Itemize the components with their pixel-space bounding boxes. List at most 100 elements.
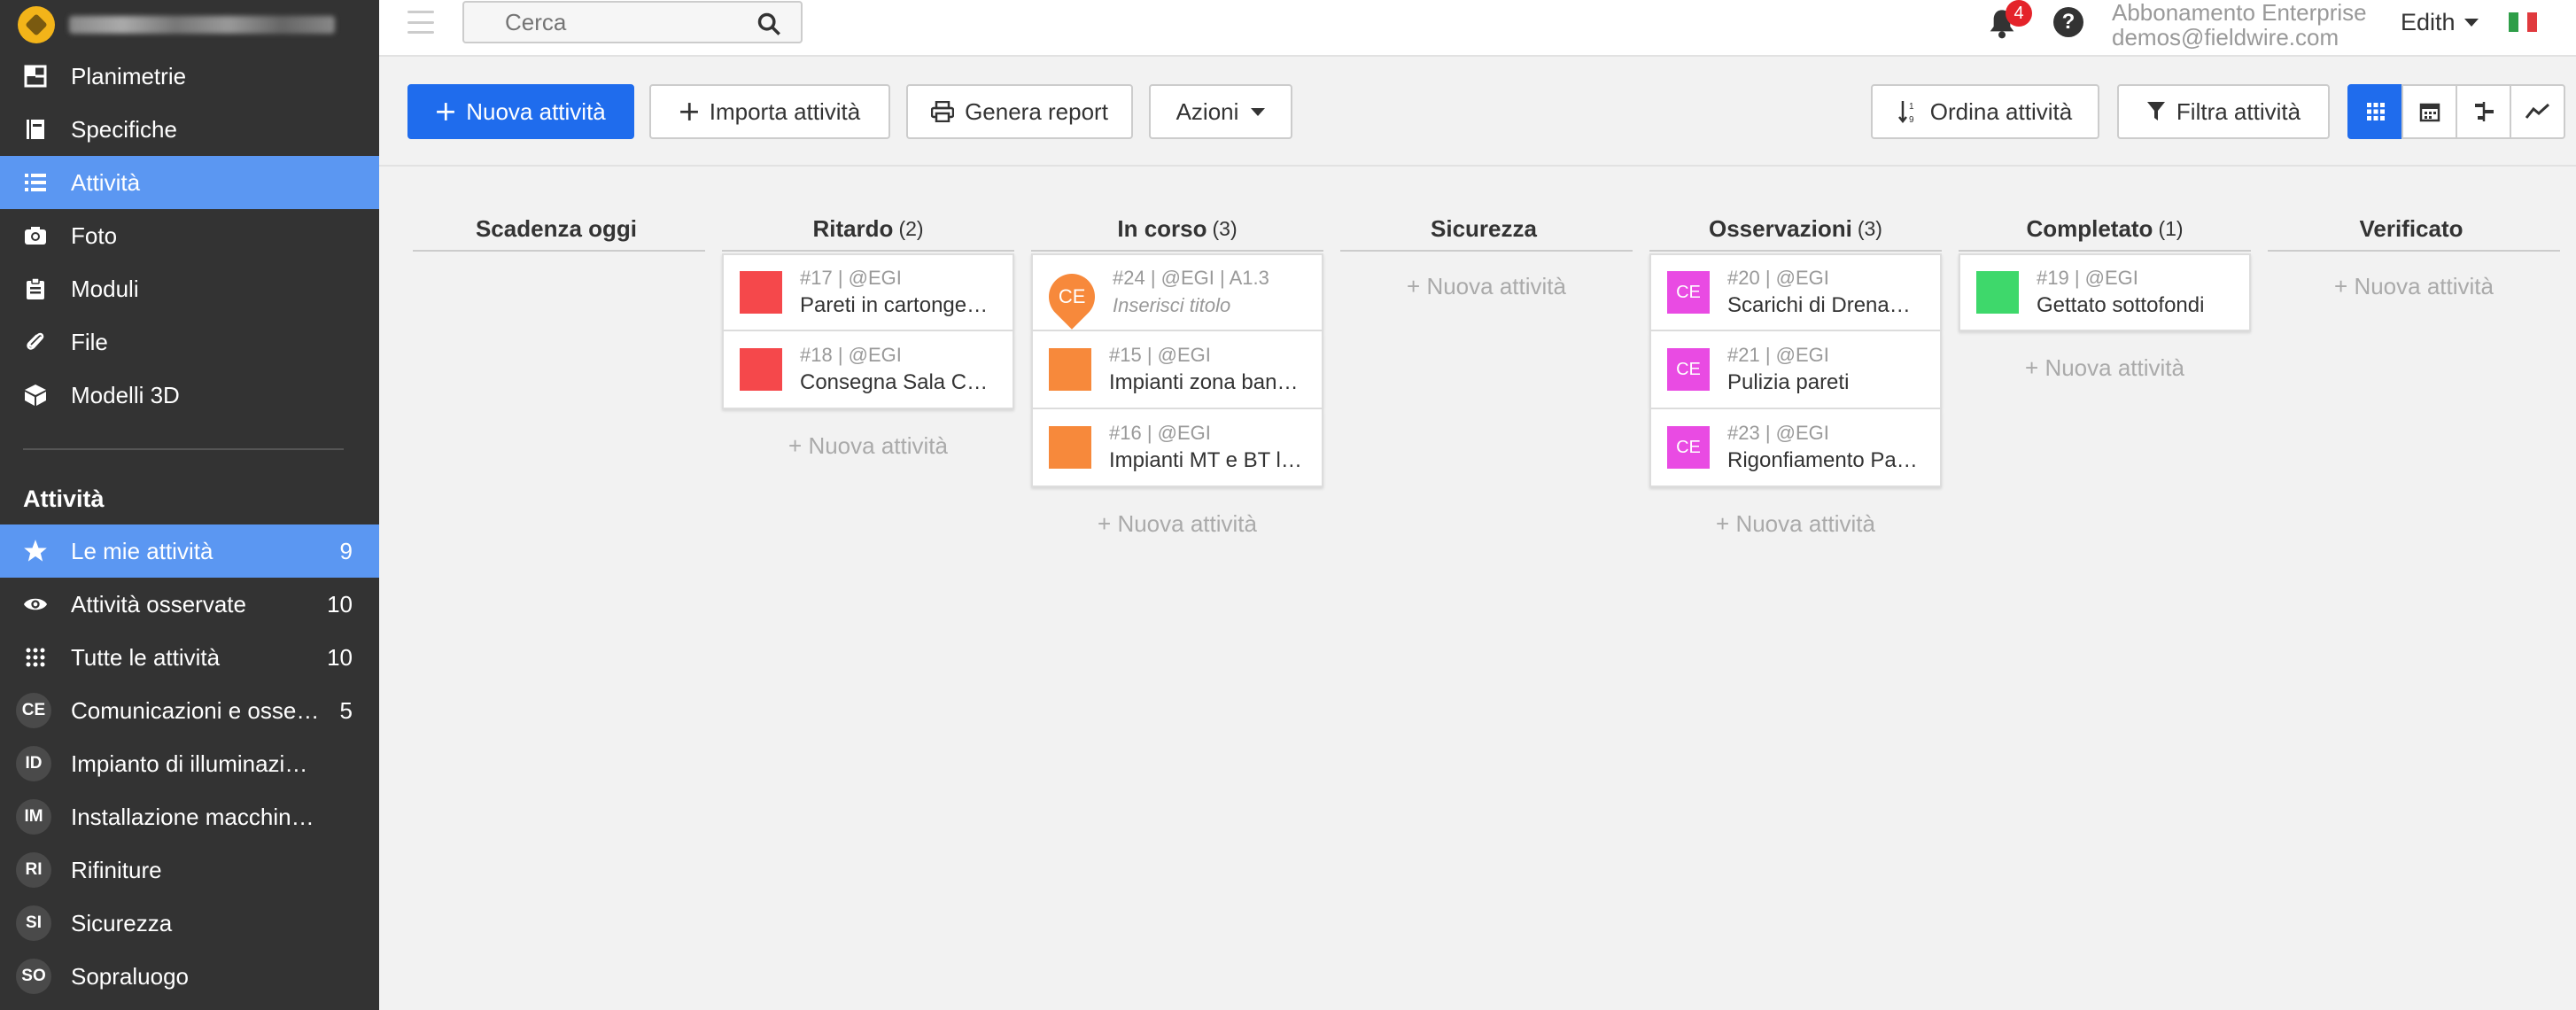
sidebar-category-id[interactable]: ID Impianto di illuminazi… (0, 737, 379, 790)
filter-tasks-label: Filtra attività (2176, 97, 2301, 125)
view-switcher (2347, 84, 2565, 139)
clipboard-icon (23, 276, 48, 301)
add-task-link[interactable]: + Nuova attività (2268, 273, 2560, 305)
gantt-icon (2474, 102, 2494, 121)
column-count: (3) (1212, 216, 1238, 240)
status-swatch (1976, 271, 2019, 314)
gantt-view-button[interactable] (2456, 84, 2511, 139)
add-task-link[interactable]: + Nuova attività (1649, 510, 1942, 542)
task-card[interactable]: #19 | @EGI Gettato sottofondi (1959, 253, 2251, 331)
task-title: Impianti zona banc… (1109, 370, 1304, 394)
sidebar-category-label: Sicurezza (71, 909, 173, 936)
add-task-link[interactable]: + Nuova attività (1340, 273, 1633, 305)
menu-icon[interactable] (407, 11, 434, 34)
new-task-button[interactable]: Nuova attività (407, 84, 634, 139)
status-swatch (1049, 426, 1091, 469)
import-tasks-button[interactable]: Importa attività (649, 84, 890, 139)
sidebar-filter-label: Le mie attività (71, 537, 213, 564)
sidebar-item-planimetrie[interactable]: Planimetrie (0, 50, 379, 103)
task-card[interactable]: #18 | @EGI Consegna Sala CED (722, 331, 1014, 409)
board-column: Verificato + Nuova attività (2268, 207, 2560, 305)
column-title: Ritardo (812, 214, 894, 242)
sidebar-filter-3[interactable]: Tutte le attività 10 (0, 631, 379, 684)
status-swatch: CE (1667, 271, 1710, 314)
category-badge: IM (16, 799, 51, 835)
column-title: Scadenza oggi (475, 214, 638, 242)
status-swatch: CE (1667, 348, 1710, 391)
calendar-icon (2419, 103, 2440, 122)
sidebar-item-specifiche[interactable]: Specifiche (0, 103, 379, 156)
task-card[interactable]: CE #23 | @EGI Rigonfiamento Pan… (1649, 409, 1942, 487)
board-column: Completato (1) #19 | @EGI Gettato sottofond… (1959, 207, 2251, 386)
sidebar-item-foto[interactable]: Foto (0, 209, 379, 262)
task-title: Gettato sottofondi (2037, 293, 2205, 317)
task-card[interactable]: CE #24 | @EGI | A1.3 Inserisci titolo (1031, 253, 1323, 331)
board-view-button[interactable] (2347, 84, 2403, 139)
italy-flag-icon[interactable] (2509, 12, 2538, 32)
chart-view-button[interactable] (2510, 84, 2565, 139)
sidebar-filter-count: 10 (327, 643, 353, 671)
filter-tasks-button[interactable]: Filtra attività (2117, 84, 2330, 139)
generate-report-button[interactable]: Genera report (906, 84, 1133, 139)
chevron-down-icon (1251, 107, 1266, 116)
sidebar-category-ri[interactable]: RI Rifiniture (0, 843, 379, 897)
task-card[interactable]: #16 | @EGI Impianti MT e BT lo… (1031, 409, 1323, 487)
task-meta: #20 | @EGI (1727, 267, 1829, 289)
help-icon[interactable]: ? (2053, 7, 2083, 37)
add-task-link[interactable]: + Nuova attività (1959, 354, 2251, 386)
floorplan-icon (23, 64, 48, 89)
sidebar-category-ce[interactable]: CE Comunicazioni e osse… 5 (0, 684, 379, 737)
status-swatch (740, 348, 782, 391)
search-box[interactable] (462, 1, 803, 43)
column-title: In corso (1117, 214, 1207, 242)
sidebar-category-im[interactable]: IM Installazione macchin… (0, 790, 379, 843)
sidebar-item-moduli[interactable]: Moduli (0, 262, 379, 315)
sidebar-filter-1[interactable]: Le mie attività 9 (0, 524, 379, 578)
sort-icon: 19 (1897, 99, 1920, 124)
task-card[interactable]: #17 | @EGI Pareti in cartongesso (722, 253, 1014, 331)
category-badge: SI (16, 905, 51, 941)
task-meta: #16 | @EGI (1109, 422, 1211, 444)
task-title: Rigonfiamento Pan… (1727, 448, 1922, 472)
sort-tasks-button[interactable]: 19 Ordina attività (1871, 84, 2099, 139)
task-card[interactable]: CE #20 | @EGI Scarichi di Drenaggio (1649, 253, 1942, 331)
board-column: Sicurezza + Nuova attività (1340, 207, 1633, 305)
project-header[interactable] (0, 0, 379, 50)
status-swatch: CE (1667, 426, 1710, 469)
sidebar-category-so[interactable]: SO Sopraluogo (0, 950, 379, 1003)
sidebar-categories: CE Comunicazioni e osse… 5 ID Impianto di il… (0, 684, 379, 1003)
board-column: Osservazioni (3) CE #20 | @EGI Scarichi di D… (1649, 207, 1942, 542)
sidebar-item-modelli-3d[interactable]: Modelli 3D (0, 369, 379, 422)
project-name-blurred (69, 16, 335, 34)
sidebar-item-file[interactable]: File (0, 315, 379, 369)
sidebar-category-si[interactable]: SI Sicurezza (0, 897, 379, 950)
task-meta: #19 | @EGI (2037, 267, 2138, 289)
grid-icon (23, 645, 48, 670)
task-card[interactable]: #15 | @EGI Impianti zona banc… (1031, 331, 1323, 409)
printer-icon (931, 101, 955, 122)
cube-icon (23, 383, 48, 408)
grid-icon (2366, 103, 2385, 120)
sidebar-category-label: Installazione macchin… (71, 803, 314, 830)
search-icon[interactable] (757, 12, 781, 36)
sidebar-filter-2[interactable]: Attività osservate 10 (0, 578, 379, 631)
chevron-down-icon (2463, 19, 2479, 27)
line-chart-icon (2525, 103, 2549, 119)
account-info: Abbonamento Enterprise demos@fieldwire.c… (2112, 0, 2367, 50)
search-input[interactable] (505, 8, 753, 36)
column-header: Verificato (2268, 207, 2560, 252)
sidebar-category-label: Sopraluogo (71, 962, 189, 990)
task-meta: #15 | @EGI (1109, 344, 1211, 366)
actions-label: Azioni (1175, 97, 1239, 125)
actions-dropdown[interactable]: Azioni (1149, 84, 1292, 139)
add-task-link[interactable]: + Nuova attività (1031, 510, 1323, 542)
calendar-view-button[interactable] (2401, 84, 2457, 139)
task-title: Pareti in cartongesso (800, 293, 995, 317)
user-menu[interactable]: Edith (2401, 9, 2479, 36)
task-card[interactable]: CE #21 | @EGI Pulizia pareti (1649, 331, 1942, 409)
sidebar: Planimetrie Specifiche Attività Foto Moduli F… (0, 0, 379, 1010)
top-bar: 4 ? Abbonamento Enterprise demos@fieldwi… (379, 0, 2576, 57)
task-board: Scadenza oggi Ritardo (2) #17 | @EGI Pareti … (379, 168, 2576, 1010)
add-task-link[interactable]: + Nuova attività (722, 432, 1014, 464)
sidebar-item-attivit-[interactable]: Attività (0, 156, 379, 209)
